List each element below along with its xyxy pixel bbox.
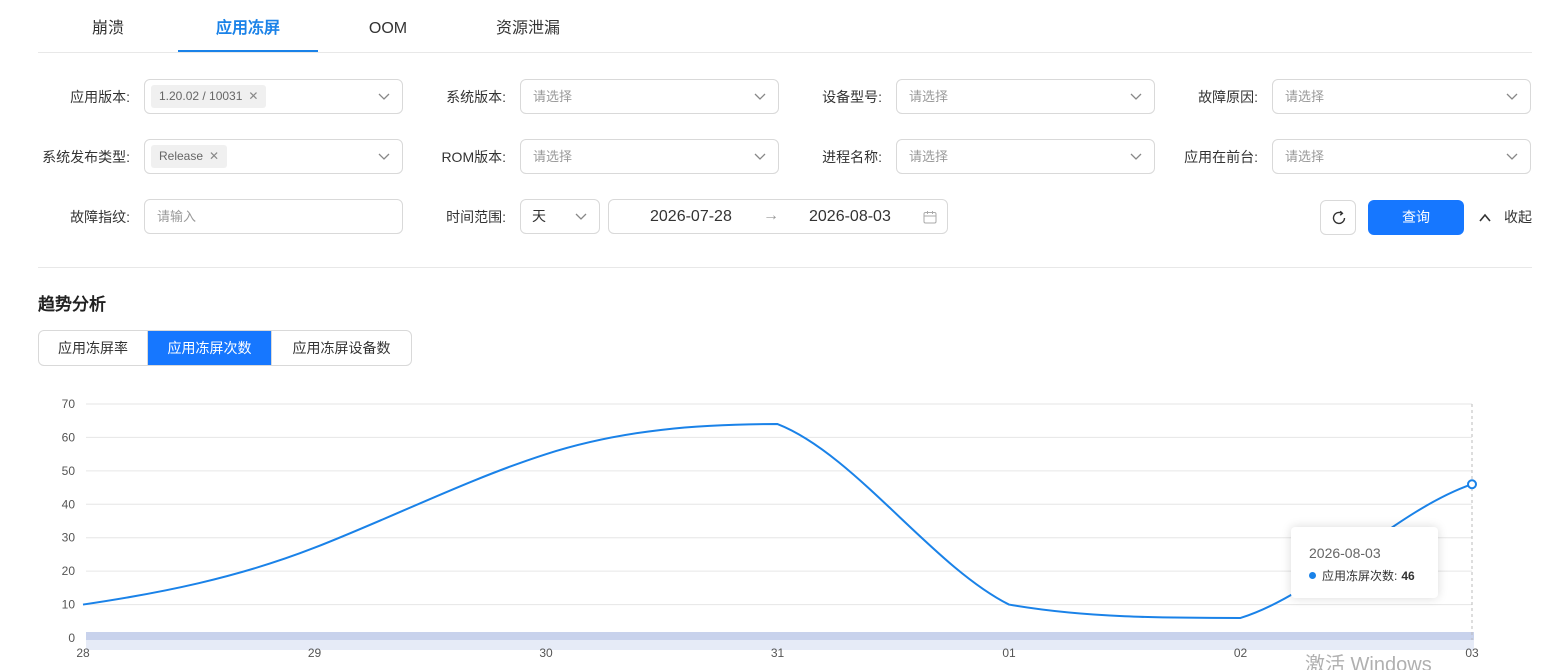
chevron-down-icon bbox=[1506, 93, 1518, 100]
os-version-select[interactable]: 请选择 bbox=[520, 79, 779, 114]
foreground-placeholder: 请选择 bbox=[1285, 149, 1325, 164]
y-tick-label: 40 bbox=[62, 497, 76, 511]
y-tick-label: 60 bbox=[62, 430, 76, 444]
chart-tooltip: 2026-08-03 应用冻屏次数: 46 bbox=[1291, 527, 1438, 598]
chevron-down-icon bbox=[1506, 153, 1518, 160]
rom-version-select[interactable]: 请选择 bbox=[520, 139, 779, 174]
process-name-placeholder: 请选择 bbox=[909, 149, 949, 164]
chevron-down-icon bbox=[754, 153, 766, 160]
y-tick-label: 30 bbox=[62, 531, 76, 545]
tooltip-line: 应用冻屏次数: 46 bbox=[1322, 567, 1415, 584]
tab-resource-leak[interactable]: 资源泄漏 bbox=[478, 0, 578, 53]
calendar-icon bbox=[923, 211, 937, 224]
start-date[interactable]: 2026-07-28 bbox=[650, 200, 732, 233]
chart-grid bbox=[86, 403, 1472, 639]
chevron-down-icon bbox=[754, 93, 766, 100]
fingerprint-input[interactable]: 请输入 bbox=[144, 199, 403, 234]
chevron-down-icon bbox=[1130, 153, 1142, 160]
fault-reason-placeholder: 请选择 bbox=[1285, 89, 1325, 104]
series-points bbox=[1467, 479, 1477, 490]
chevron-down-icon bbox=[378, 93, 390, 100]
rom-version-label: ROM版本: bbox=[441, 149, 506, 165]
time-range-label: 时间范围: bbox=[446, 209, 506, 225]
tooltip-value: 46 bbox=[1401, 569, 1415, 583]
reset-button[interactable] bbox=[1320, 200, 1356, 235]
fingerprint-label: 故障指纹: bbox=[70, 209, 130, 225]
y-tick-label: 10 bbox=[62, 598, 76, 612]
collapse-label: 收起 bbox=[1504, 209, 1532, 225]
metric-segmented-control: 应用冻屏率 应用冻屏次数 应用冻屏设备数 bbox=[38, 330, 412, 366]
app-version-label: 应用版本: bbox=[70, 89, 130, 105]
fault-reason-select[interactable]: 请选择 bbox=[1272, 79, 1531, 114]
tag-close-icon[interactable]: ✕ bbox=[248, 89, 258, 103]
tooltip-series-name: 应用冻屏次数: bbox=[1322, 569, 1398, 583]
data-zoom-slider[interactable] bbox=[86, 632, 1474, 640]
os-version-label: 系统版本: bbox=[446, 89, 506, 105]
tooltip-series-dot bbox=[1309, 572, 1316, 579]
device-model-placeholder: 请选择 bbox=[909, 89, 949, 104]
section-divider bbox=[38, 267, 1532, 268]
release-type-tag: Release ✕ bbox=[151, 145, 228, 168]
tag-close-icon[interactable]: ✕ bbox=[209, 149, 219, 163]
os-version-placeholder: 请选择 bbox=[533, 89, 573, 104]
windows-activation-watermark: 激活 Windows bbox=[1305, 654, 1432, 670]
app-version-select[interactable]: 1.20.02 / 10031 ✕ bbox=[144, 79, 403, 114]
fault-reason-label: 故障原因: bbox=[1198, 89, 1258, 105]
range-arrow-icon: → bbox=[763, 207, 779, 224]
release-type-label: 系统发布类型: bbox=[42, 149, 130, 165]
refresh-icon bbox=[1332, 210, 1346, 225]
x-tick-label: 03 bbox=[1465, 646, 1479, 660]
chevron-up-icon bbox=[1479, 213, 1491, 222]
app-version-tag: 1.20.02 / 10031 ✕ bbox=[151, 85, 267, 108]
series-line-freeze-count bbox=[82, 423, 1473, 619]
tab-oom[interactable]: OOM bbox=[348, 0, 428, 53]
y-tick-label: 70 bbox=[62, 397, 76, 411]
query-button[interactable]: 查询 bbox=[1368, 200, 1464, 235]
x-tick-label: 02 bbox=[1234, 646, 1248, 660]
tooltip-date: 2026-08-03 bbox=[1309, 545, 1381, 561]
device-model-label: 设备型号: bbox=[822, 89, 882, 105]
x-tick-label: 30 bbox=[539, 646, 553, 660]
x-tick-label: 01 bbox=[1002, 646, 1016, 660]
active-tab-indicator bbox=[178, 50, 318, 52]
foreground-label: 应用在前台: bbox=[1184, 149, 1258, 165]
date-range-picker[interactable]: 2026-07-28 → 2026-08-03 bbox=[608, 199, 948, 234]
foreground-select[interactable]: 请选择 bbox=[1272, 139, 1531, 174]
time-unit-value: 天 bbox=[532, 208, 546, 224]
x-tick-label: 29 bbox=[308, 646, 322, 660]
x-tick-label: 28 bbox=[76, 646, 90, 660]
chevron-down-icon bbox=[378, 153, 390, 160]
process-name-label: 进程名称: bbox=[822, 149, 882, 165]
section-title: 趋势分析 bbox=[38, 295, 106, 314]
tab-app-freeze[interactable]: 应用冻屏 bbox=[178, 0, 318, 53]
release-type-select[interactable]: Release ✕ bbox=[144, 139, 403, 174]
metric-tab-freeze-rate[interactable]: 应用冻屏率 bbox=[39, 331, 148, 365]
y-tick-label: 20 bbox=[62, 564, 76, 578]
metric-tab-freeze-devices[interactable]: 应用冻屏设备数 bbox=[272, 331, 411, 365]
y-axis: 0 10 20 30 40 50 60 70 bbox=[62, 397, 76, 645]
highlighted-point[interactable] bbox=[1467, 479, 1477, 490]
process-name-select[interactable]: 请选择 bbox=[896, 139, 1155, 174]
x-tick-label: 31 bbox=[771, 646, 785, 660]
collapse-toggle[interactable]: 收起 bbox=[1478, 200, 1532, 235]
device-model-select[interactable]: 请选择 bbox=[896, 79, 1155, 114]
end-date[interactable]: 2026-08-03 bbox=[809, 200, 891, 233]
y-tick-label: 50 bbox=[62, 464, 76, 478]
tab-crash[interactable]: 崩溃 bbox=[68, 0, 148, 53]
tab-bar: 崩溃 应用冻屏 OOM 资源泄漏 bbox=[38, 0, 1532, 53]
fingerprint-placeholder: 请输入 bbox=[157, 209, 197, 224]
y-tick-label: 0 bbox=[68, 631, 75, 645]
metric-tab-freeze-count[interactable]: 应用冻屏次数 bbox=[148, 331, 272, 365]
chevron-down-icon bbox=[1130, 93, 1142, 100]
chevron-down-icon bbox=[575, 213, 587, 220]
time-unit-select[interactable]: 天 bbox=[520, 199, 600, 234]
rom-version-placeholder: 请选择 bbox=[533, 149, 573, 164]
